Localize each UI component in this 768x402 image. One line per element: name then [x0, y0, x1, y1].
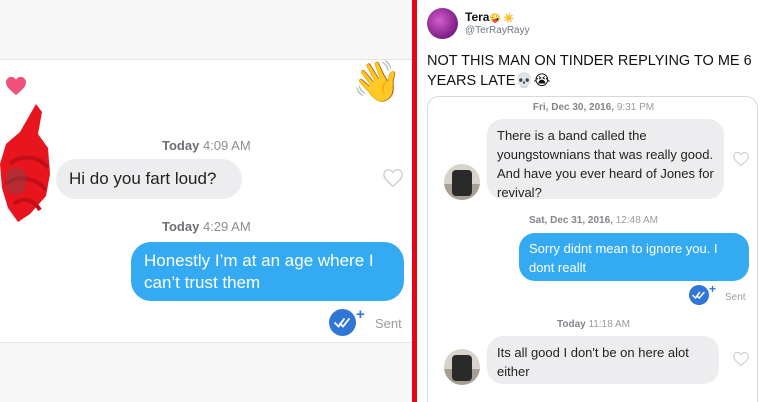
plus-icon[interactable]: +: [356, 306, 365, 323]
chat-header-bar: [0, 0, 412, 60]
outgoing-message-bubble: Honestly I’m at an age where I can’t tru…: [131, 242, 404, 301]
avatar[interactable]: [444, 349, 480, 385]
name-emojis: 🤪 ☀️: [489, 13, 515, 23]
heart-outline-icon[interactable]: [732, 151, 750, 167]
timestamp: Today 11:18 AM: [556, 319, 630, 330]
sent-status: Sent: [375, 316, 402, 331]
left-chat-screenshot: 👋 Today 4:09 AM Hi do you fart loud? Tod…: [0, 0, 412, 402]
timestamp: Today 4:09 AM: [162, 138, 251, 153]
tweet-panel: Tera🤪 ☀️ @TerRayRayy NOT THIS MAN ON TIN…: [417, 0, 768, 402]
timestamp: Sat, Dec 31, 2016, 12:48 AM: [529, 215, 658, 226]
avatar[interactable]: [444, 164, 480, 200]
read-check-icon: [329, 309, 356, 336]
timestamp: Today 4:29 AM: [162, 219, 251, 234]
heart-outline-icon[interactable]: [382, 168, 404, 188]
embedded-chat-screenshot[interactable]: Fri, Dec 30, 2016, 9:31 PM There is a ba…: [427, 96, 758, 402]
incoming-message-bubble: There is a band called the youngstownian…: [487, 119, 724, 200]
incoming-message-bubble: Its all good I don't be on here alot eit…: [487, 336, 719, 384]
heart-outline-icon[interactable]: [732, 351, 750, 367]
sent-status: Sent: [725, 292, 746, 303]
read-check-icon: [689, 285, 709, 305]
redacted-avatar-scribble: [0, 104, 50, 222]
heart-icon[interactable]: [5, 76, 27, 96]
tweet-handle[interactable]: @TerRayRayy: [465, 25, 530, 36]
plus-icon[interactable]: +: [709, 282, 716, 296]
chat-input-bar: [0, 342, 412, 402]
timestamp: Fri, Dec 30, 2016, 9:31 PM: [532, 102, 655, 113]
tweet-display-name[interactable]: Tera🤪 ☀️: [465, 10, 514, 24]
avatar[interactable]: [427, 8, 458, 39]
tweet-text: NOT THIS MAN ON TINDER REPLYING TO ME 6 …: [427, 53, 752, 89]
wave-emoji-icon: 👋: [352, 59, 402, 105]
outgoing-message-bubble: Sorry didnt mean to ignore you. I dont r…: [519, 233, 749, 281]
incoming-message-bubble: Hi do you fart loud?: [56, 159, 242, 199]
